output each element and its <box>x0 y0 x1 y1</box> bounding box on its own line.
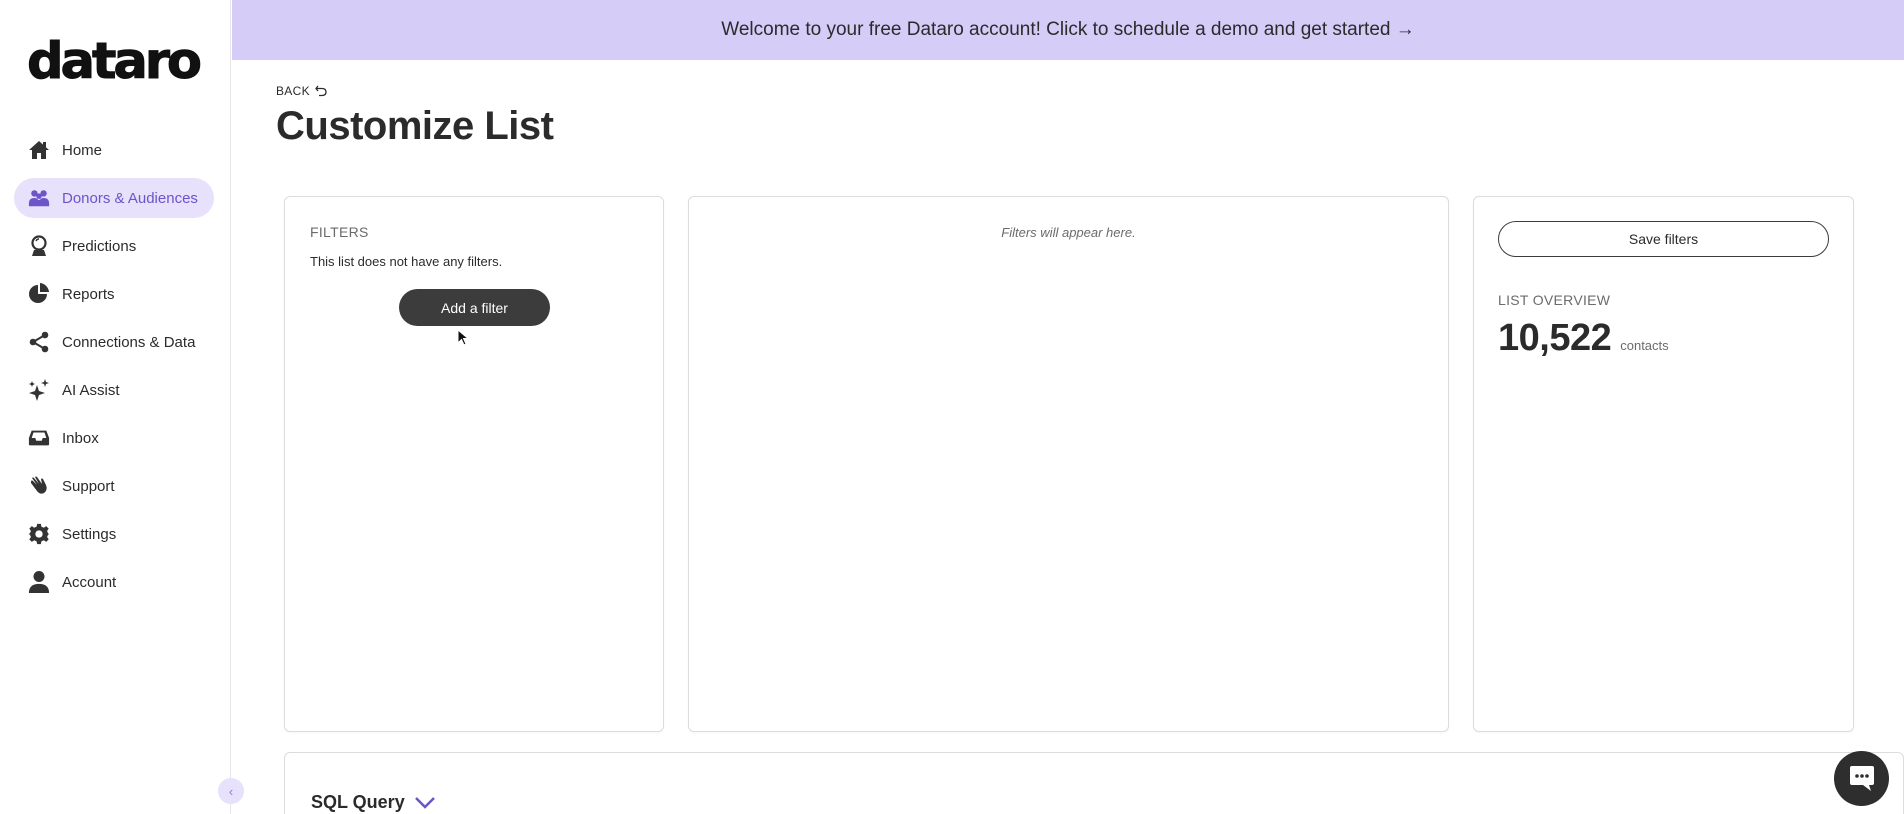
sidebar-item-home[interactable]: Home <box>14 130 214 170</box>
sparkle-icon <box>28 379 50 401</box>
sidebar-item-label: Predictions <box>62 237 137 255</box>
contact-count: 10,522 contacts <box>1498 317 1669 360</box>
pie-chart-icon <box>28 283 50 305</box>
sidebar-item-inbox[interactable]: Inbox <box>14 418 214 458</box>
list-overview-label: LIST OVERVIEW <box>1498 292 1611 308</box>
undo-arrow-icon <box>315 85 327 97</box>
share-icon <box>28 331 50 353</box>
sidebar-item-predictions[interactable]: Predictions <box>14 226 214 266</box>
sidebar-item-ai-assist[interactable]: AI Assist <box>14 370 214 410</box>
filters-card: FILTERS This list does not have any filt… <box>284 196 664 732</box>
sidebar-item-connections-data[interactable]: Connections & Data <box>14 322 214 362</box>
crystal-ball-icon <box>28 235 50 257</box>
contact-count-number: 10,522 <box>1498 317 1612 359</box>
sidebar-item-donors-audiences[interactable]: Donors & Audiences <box>14 178 214 218</box>
sidebar-item-label: Support <box>62 477 115 495</box>
page-title: Customize List <box>276 104 554 148</box>
home-icon <box>28 139 50 161</box>
sidebar-item-account[interactable]: Account <box>14 562 214 602</box>
sidebar-nav: Home Donors & Audiences Predictions Repo… <box>14 130 214 610</box>
sidebar-item-label: Connections & Data <box>62 333 196 351</box>
sidebar-item-settings[interactable]: Settings <box>14 514 214 554</box>
back-label: BACK <box>276 84 310 98</box>
no-filters-text: This list does not have any filters. <box>310 254 503 269</box>
add-filter-button[interactable]: Add a filter <box>399 289 550 326</box>
waving-hand-icon <box>28 475 50 497</box>
save-filters-button[interactable]: Save filters <box>1498 221 1829 257</box>
user-icon <box>28 571 50 593</box>
sql-query-card: SQL Query <box>284 752 1904 814</box>
sidebar-item-label: Reports <box>62 285 115 303</box>
sidebar-item-support[interactable]: Support <box>14 466 214 506</box>
welcome-banner[interactable]: Welcome to your free Dataro account! Cli… <box>232 0 1904 60</box>
sidebar-item-label: Home <box>62 141 103 159</box>
list-overview-card: Save filters LIST OVERVIEW 10,522 contac… <box>1473 196 1854 732</box>
sidebar-item-label: Settings <box>62 525 117 543</box>
sql-query-toggle[interactable]: SQL Query <box>311 792 435 813</box>
chevron-down-icon <box>414 796 435 809</box>
inbox-icon <box>28 427 50 449</box>
sidebar-item-label: Account <box>62 573 117 591</box>
gear-icon <box>28 523 50 545</box>
people-icon <box>28 187 50 209</box>
sidebar: dataro Home Donors & Audiences Predictio… <box>0 0 231 814</box>
back-link[interactable]: BACK <box>276 84 327 98</box>
sidebar-item-label: Inbox <box>62 429 99 447</box>
mouse-cursor-icon <box>457 328 470 352</box>
chat-widget-button[interactable] <box>1834 751 1889 806</box>
svg-text:dataro: dataro <box>27 38 201 88</box>
collapse-sidebar-button[interactable]: ‹ <box>218 778 244 804</box>
chat-bubble-icon <box>1849 765 1874 791</box>
filters-label: FILTERS <box>310 224 369 240</box>
dataro-logo[interactable]: dataro <box>27 38 202 88</box>
sql-query-title: SQL Query <box>311 792 405 812</box>
contact-count-unit: contacts <box>1620 338 1669 353</box>
sidebar-item-reports[interactable]: Reports <box>14 274 214 314</box>
filter-preview-card: Filters will appear here. <box>688 196 1449 732</box>
filters-placeholder: Filters will appear here. <box>1001 225 1136 240</box>
sidebar-item-label: AI Assist <box>62 381 120 399</box>
sidebar-item-label: Donors & Audiences <box>62 189 198 207</box>
